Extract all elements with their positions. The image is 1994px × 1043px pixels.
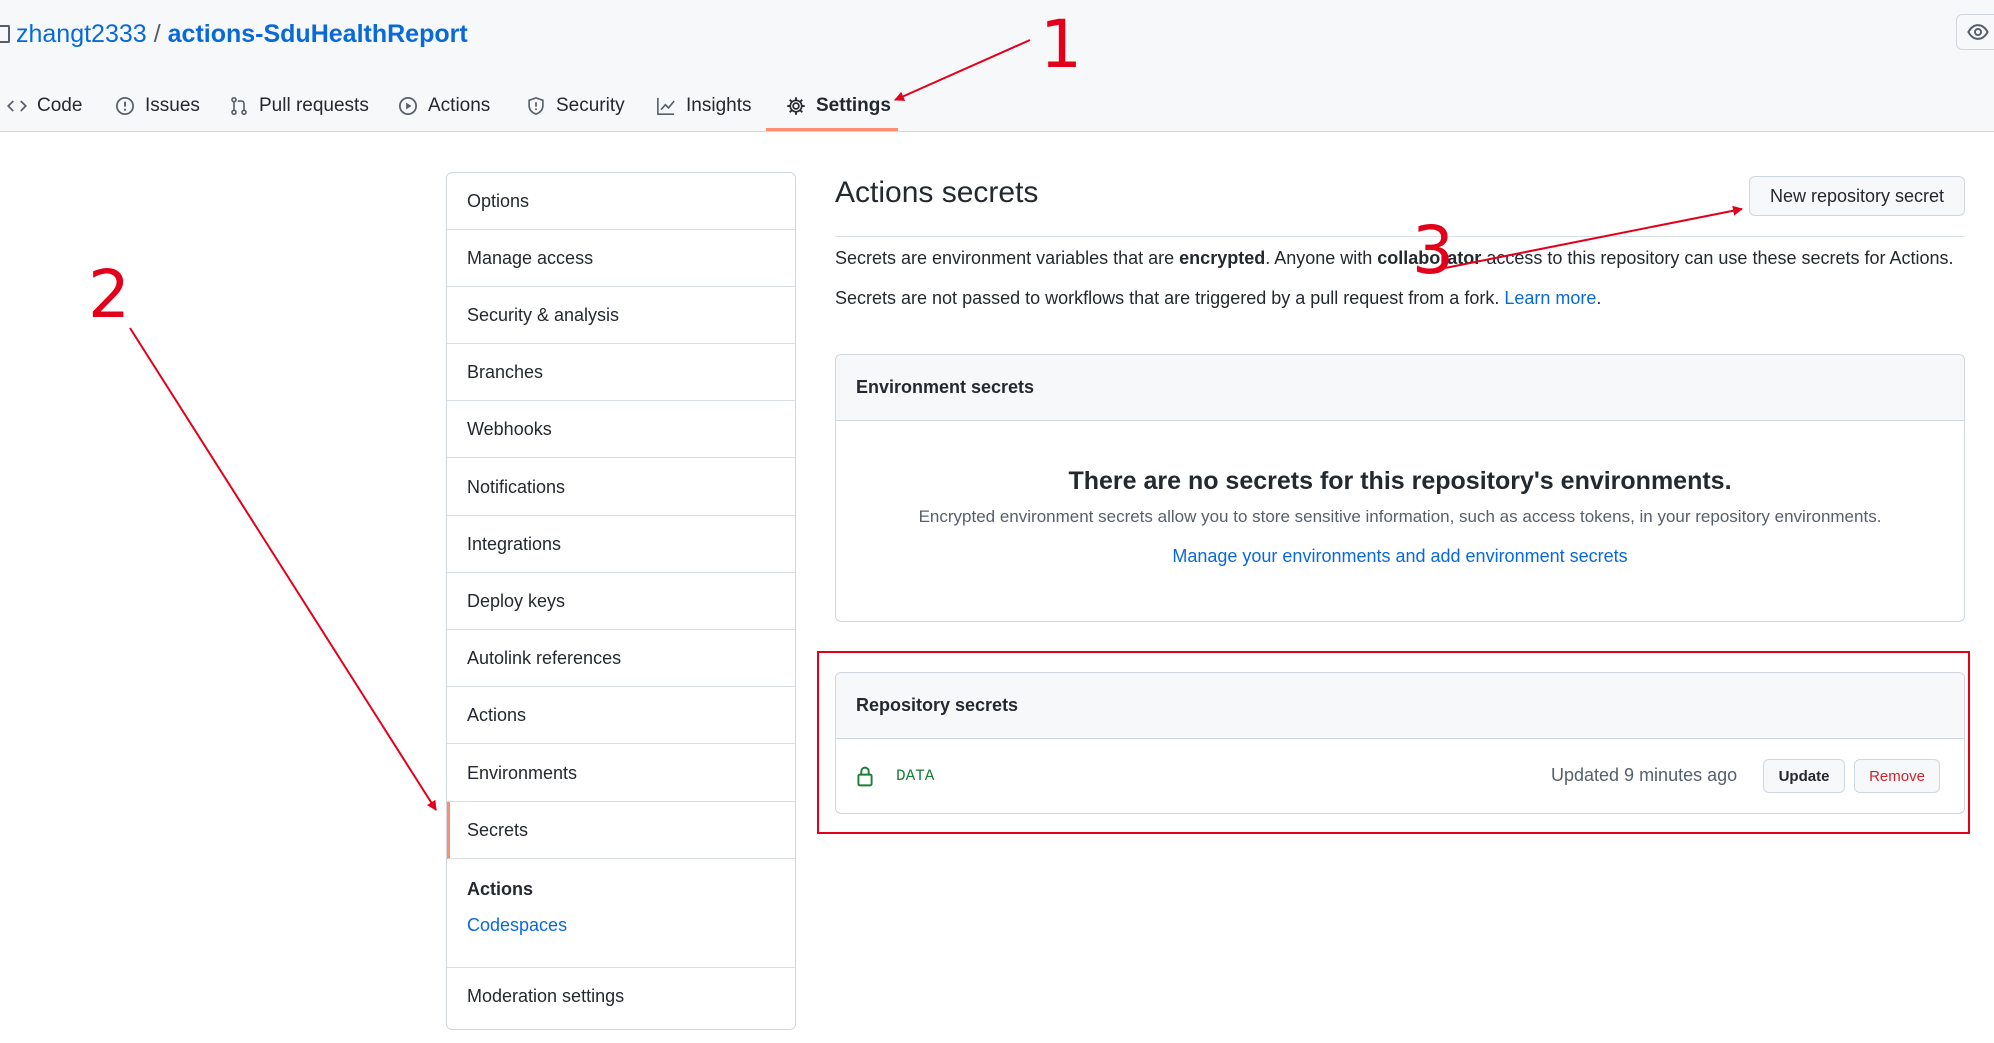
eye-icon [1967, 24, 1989, 40]
tab-code[interactable]: Code [7, 80, 82, 132]
desc-text: Secrets are not passed to workflows that… [835, 288, 1505, 308]
new-repository-secret-button[interactable]: New repository secret [1749, 176, 1965, 216]
graph-icon [657, 97, 675, 115]
menu-item-options[interactable]: Options [447, 173, 795, 230]
repo-header: zhangt2333 / actions-SduHealthReport Cod… [0, 0, 1994, 132]
menu-item-actions[interactable]: Actions [447, 687, 795, 744]
menu-item-moderation-settings[interactable]: Moderation settings [447, 968, 795, 1025]
menu-item-webhooks[interactable]: Webhooks [447, 401, 795, 458]
gear-icon [787, 97, 805, 115]
menu-section-heading: Actions [467, 879, 534, 899]
menu-item-branches[interactable]: Branches [447, 344, 795, 401]
desc-period: . [1596, 288, 1602, 308]
settings-menu: Options Manage access Security & analysi… [446, 172, 796, 1030]
repo-title: zhangt2333 / actions-SduHealthReport [0, 14, 468, 54]
tab-issues[interactable]: Issues [115, 80, 200, 132]
menu-item-manage-access[interactable]: Manage access [447, 230, 795, 287]
tab-insights[interactable]: Insights [656, 80, 751, 132]
tab-settings[interactable]: Settings [786, 80, 891, 132]
repo-icon [0, 25, 10, 43]
play-icon [399, 97, 417, 115]
menu-item-autolink-references[interactable]: Autolink references [447, 630, 795, 687]
manage-environments-row: Manage your environments and add environ… [836, 546, 1964, 567]
annotation-arrow [129, 327, 437, 811]
desc-text: Secrets are environment variables that a… [835, 248, 1180, 268]
annotation-number: 2 [88, 256, 130, 333]
repo-owner-link[interactable]: zhangt2333 [16, 20, 147, 49]
menu-item-secrets[interactable]: Secrets [447, 802, 795, 859]
desc-emphasis: encrypted [1179, 248, 1266, 268]
title-divider [835, 236, 1965, 237]
tab-label: Insights [686, 95, 752, 116]
environment-secrets-header: Environment secrets [836, 355, 1964, 421]
menu-item-notifications[interactable]: Notifications [447, 459, 795, 516]
blank-state-title: There are no secrets for this repository… [1068, 467, 1732, 495]
tab-label: Pull requests [259, 95, 369, 116]
tab-security[interactable]: Security [526, 80, 625, 132]
selected-tab-underline [766, 128, 898, 131]
menu-item-deploy-keys[interactable]: Deploy keys [447, 573, 795, 630]
tab-label: Code [37, 95, 83, 116]
code-icon [7, 100, 27, 112]
annotation-number: 1 [1040, 6, 1082, 83]
tab-label: Actions [428, 95, 491, 116]
menu-item-integrations[interactable]: Integrations [447, 516, 795, 573]
menu-section-actions: Actions Codespaces [447, 859, 795, 968]
repo-name-link[interactable]: actions-SduHealthReport [168, 20, 468, 49]
shield-icon [528, 97, 544, 115]
menu-item-security-analysis[interactable]: Security & analysis [447, 287, 795, 344]
fork-note: Secrets are not passed to workflows that… [835, 288, 1601, 309]
tab-label: Issues [145, 95, 200, 116]
desc-text: . Anyone with [1265, 248, 1378, 268]
annotation-number: 3 [1412, 212, 1454, 289]
annotation-highlight-box [817, 651, 1970, 834]
environment-secrets-box: Environment secrets There are no secrets… [835, 354, 1965, 622]
tab-label: Settings [816, 95, 891, 116]
pull-request-icon [231, 96, 247, 116]
desc-text: access to this repository can use these … [1481, 248, 1954, 268]
manage-environments-link[interactable]: Manage your environments and add environ… [1172, 546, 1627, 566]
menu-item-codespaces[interactable]: Codespaces [467, 915, 567, 936]
tab-label: Security [556, 95, 625, 116]
learn-more-link[interactable]: Learn more [1504, 288, 1596, 308]
page-title: Actions secrets [835, 176, 1039, 209]
tab-actions[interactable]: Actions [398, 80, 490, 132]
menu-item-environments[interactable]: Environments [447, 745, 795, 802]
blank-state-text: Encrypted environment secrets allow you … [918, 507, 1882, 526]
watch-button[interactable] [1956, 14, 1994, 50]
path-separator: / [153, 19, 161, 48]
secrets-description: Secrets are environment variables that a… [835, 248, 1954, 269]
tab-pull-requests[interactable]: Pull requests [229, 80, 369, 132]
issue-icon [116, 97, 134, 115]
